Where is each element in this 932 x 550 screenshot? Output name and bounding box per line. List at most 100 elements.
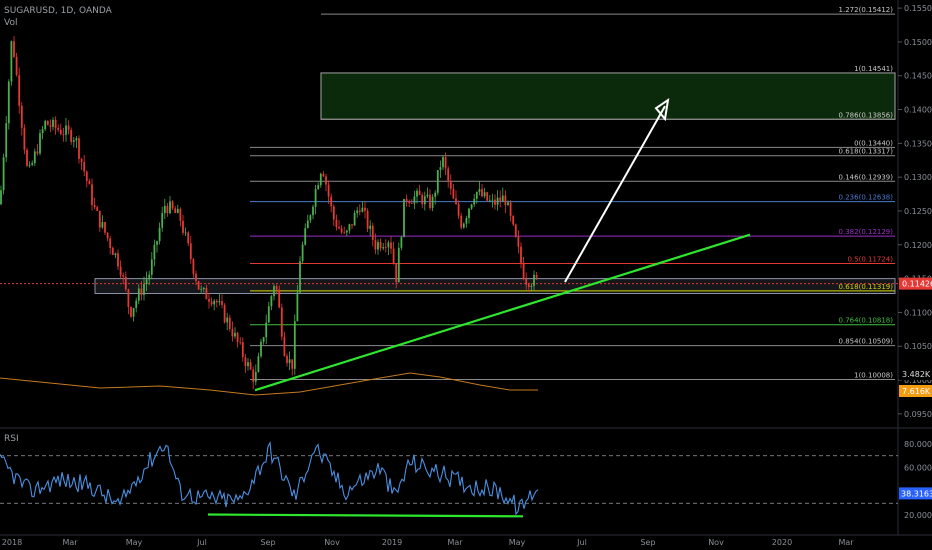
candle-body (423, 196, 426, 205)
candle-body (122, 275, 125, 277)
candle-body (317, 185, 320, 190)
candle-body (156, 241, 158, 245)
uptrend-line (254, 233, 751, 392)
candle-body (286, 355, 288, 363)
candle-body (75, 138, 78, 141)
price-chart[interactable]: 0.15500 0.15000 0.14500 0.14000 0.13500 0.130… (0, 0, 932, 550)
candle-body (280, 307, 283, 337)
candle-body (80, 158, 83, 163)
candle-body (457, 204, 460, 216)
candle-body (166, 205, 169, 214)
candle-body (494, 199, 496, 205)
candle-body (348, 224, 351, 231)
candle-body (78, 138, 80, 159)
price-tick-label: 0.10500 (904, 342, 932, 351)
candle-body (262, 337, 265, 342)
rsi-value-badge: 38.3163 (901, 489, 932, 498)
candle-body (421, 194, 424, 205)
candle-body (387, 242, 390, 248)
candle-body (257, 356, 260, 372)
candle-body (52, 119, 54, 127)
candle-body (59, 129, 62, 135)
candle-body (462, 223, 465, 228)
candle-body (504, 195, 507, 206)
candle-body (496, 197, 499, 205)
candle-body (340, 228, 343, 233)
candle-body (228, 317, 231, 329)
candle-body (244, 357, 247, 367)
price-tick-label: 0.14000 (904, 106, 932, 115)
candle-body (390, 242, 392, 249)
candle-body (431, 196, 434, 208)
candle-body (413, 196, 416, 204)
candle-body (501, 195, 504, 202)
candle-body (397, 247, 400, 283)
candle-body (163, 205, 166, 214)
candle-body (306, 220, 309, 229)
candle-body (169, 201, 171, 214)
candle-body (28, 164, 31, 166)
candle-body (325, 176, 327, 185)
candle-body (247, 362, 249, 367)
candle-body (39, 133, 41, 154)
candle-body (213, 300, 216, 305)
candle-body (512, 215, 515, 225)
price-tick-label: 0.12500 (904, 207, 932, 216)
time-tick-label: 2020 (772, 538, 792, 547)
fib-level-label: 1.272(0.15412) (839, 6, 894, 14)
candle-body (182, 220, 184, 233)
fib-level-label: 0.146(0.12939) (839, 173, 894, 181)
candle-body (434, 192, 437, 197)
candle-body (535, 274, 538, 278)
candle-body (439, 167, 442, 171)
candle-body (509, 202, 512, 216)
candle-body (117, 253, 119, 267)
fib-level-label: 1(0.14541) (854, 65, 893, 73)
candle-body (109, 238, 112, 248)
candle-body (65, 125, 67, 135)
candle-body (226, 317, 229, 323)
candle-body (410, 203, 413, 204)
candle-body (88, 180, 91, 185)
time-tick-label: Mar (838, 538, 854, 547)
candle-body (150, 259, 153, 275)
candle-body (176, 208, 179, 214)
candle-body (455, 198, 457, 205)
candle-body (444, 157, 447, 169)
candle-body (353, 213, 356, 226)
candle-body (5, 123, 8, 158)
candle-body (374, 240, 377, 250)
candle-body (465, 218, 468, 224)
candle-body (98, 210, 101, 228)
candle-body (44, 120, 47, 130)
candle-body (291, 359, 294, 369)
candle-body (221, 301, 223, 305)
target-zone-box (320, 72, 896, 120)
fib-level-label: 0.236(0.12638) (839, 194, 894, 202)
rsi-support-line (207, 513, 524, 518)
candle-body (530, 285, 533, 287)
candle-body (72, 140, 75, 142)
candle-body (486, 192, 489, 201)
volume-ma-line (0, 372, 538, 396)
candle-body (208, 299, 210, 302)
candle-body (273, 286, 275, 297)
candle-body (20, 105, 23, 128)
candle-body (26, 149, 28, 166)
candle-body (366, 210, 369, 229)
candle-body (111, 247, 114, 255)
candle-body (195, 273, 197, 281)
candle-body (15, 56, 18, 76)
candle-body (197, 280, 200, 290)
fib-level-label: 0.854(0.10509) (839, 338, 894, 346)
candle-body (473, 198, 476, 205)
candle-body (252, 369, 255, 382)
candle-body (312, 206, 314, 216)
candle-body (91, 184, 93, 205)
candle-body (202, 287, 205, 290)
vol-badge-2: 7.616K (902, 387, 931, 396)
candle-body (377, 242, 379, 250)
candle-body (304, 228, 307, 245)
fib-level-label: 0.786(0.13856) (839, 111, 894, 119)
candle-body (171, 201, 174, 209)
